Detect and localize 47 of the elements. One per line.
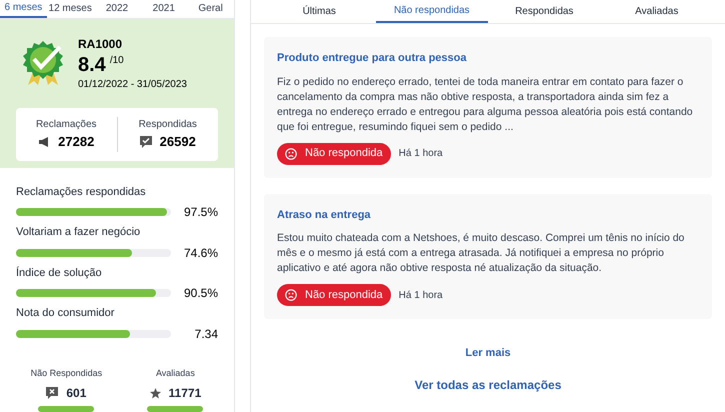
sad-face-icon (285, 289, 297, 301)
x-speech-bubble-icon (46, 387, 58, 399)
checked-speech-bubble-icon (140, 136, 152, 148)
complaint-text: Estou muito chateada com a Netshoes, é muito descaso. Comprei um tênis no início do mês e o mesmo já está com a entrega atrasada. Já notifiquei a empresa no próprio aplicativo e até agora não obtive resposta né atualização da situação. (277, 231, 686, 276)
metric-value: 7.34 (194, 326, 218, 342)
period-tab[interactable]: 2021 (140, 0, 188, 18)
period-tab[interactable]: 12 meses (46, 0, 94, 18)
sad-face-icon (285, 148, 297, 160)
star-icon (150, 388, 161, 398)
stat-label: Avaliadas (156, 366, 195, 380)
complaint-tab[interactable]: Avaliadas (600, 0, 713, 23)
megaphone-icon (38, 136, 50, 147)
metric-label: Nota do consumidor (16, 306, 116, 321)
badge-label: RA1000 (78, 36, 124, 53)
metric-label: Índice de solução (16, 266, 103, 280)
metric-value: 97.5% (182, 204, 218, 221)
period-tab[interactable]: 2022 (94, 0, 140, 18)
complaint-tab[interactable]: Últimas (263, 0, 376, 23)
stat-value: 601 (66, 385, 86, 402)
complaint-title[interactable]: Atraso na entrega (277, 206, 699, 223)
score-scale: /10 (110, 54, 124, 68)
time-text: Há 1 hora (398, 288, 443, 302)
metric-value: 90.5% (182, 285, 218, 302)
complaint-tab[interactable]: Respondidas (488, 0, 600, 23)
seal-icon (20, 38, 66, 87)
complaint-tab[interactable]: Não respondidas (376, 0, 488, 23)
stat-bar (38, 406, 94, 412)
complaint-title[interactable]: Produto entregue para outra pessoa (277, 50, 699, 66)
complaint-text: Fiz o pedido no endereço errado, tentei de toda maneira entrar em contato para fazer o cancelamento da compra mas não obtive resposta, a transportadora ainda sim fez a entrega no endereço errado e entregou para alguma pessoa aleatória pois está contando que foi entregue, resumindo fiquei sem o pedido ... (277, 74, 694, 134)
count-value: 27282 (58, 133, 94, 152)
time-text: Há 1 hora (398, 147, 443, 161)
metric-label: Voltariam a fazer negócio (16, 225, 142, 240)
period-tab[interactable]: Geral (187, 0, 234, 18)
period-text: 01/12/2022 - 31/05/2023 (78, 78, 187, 92)
count-label: Respondidas (138, 118, 197, 132)
count-value: 26592 (160, 133, 196, 152)
status-badge: Não respondida (277, 142, 391, 164)
read-more-link[interactable]: Ler mais (465, 345, 511, 362)
see-all-link[interactable]: Ver todas as reclamações (414, 376, 562, 394)
stat-value: 11771 (168, 385, 202, 402)
metric-value: 74.6% (182, 244, 218, 262)
metric-label: Reclamações respondidas (16, 184, 147, 200)
score-value: 8.4 (78, 52, 106, 77)
status-badge: Não respondida (277, 284, 391, 306)
stat-label: Não Respondidas (30, 366, 102, 380)
count-label: Reclamações (36, 118, 97, 132)
stat-bar (147, 406, 204, 412)
